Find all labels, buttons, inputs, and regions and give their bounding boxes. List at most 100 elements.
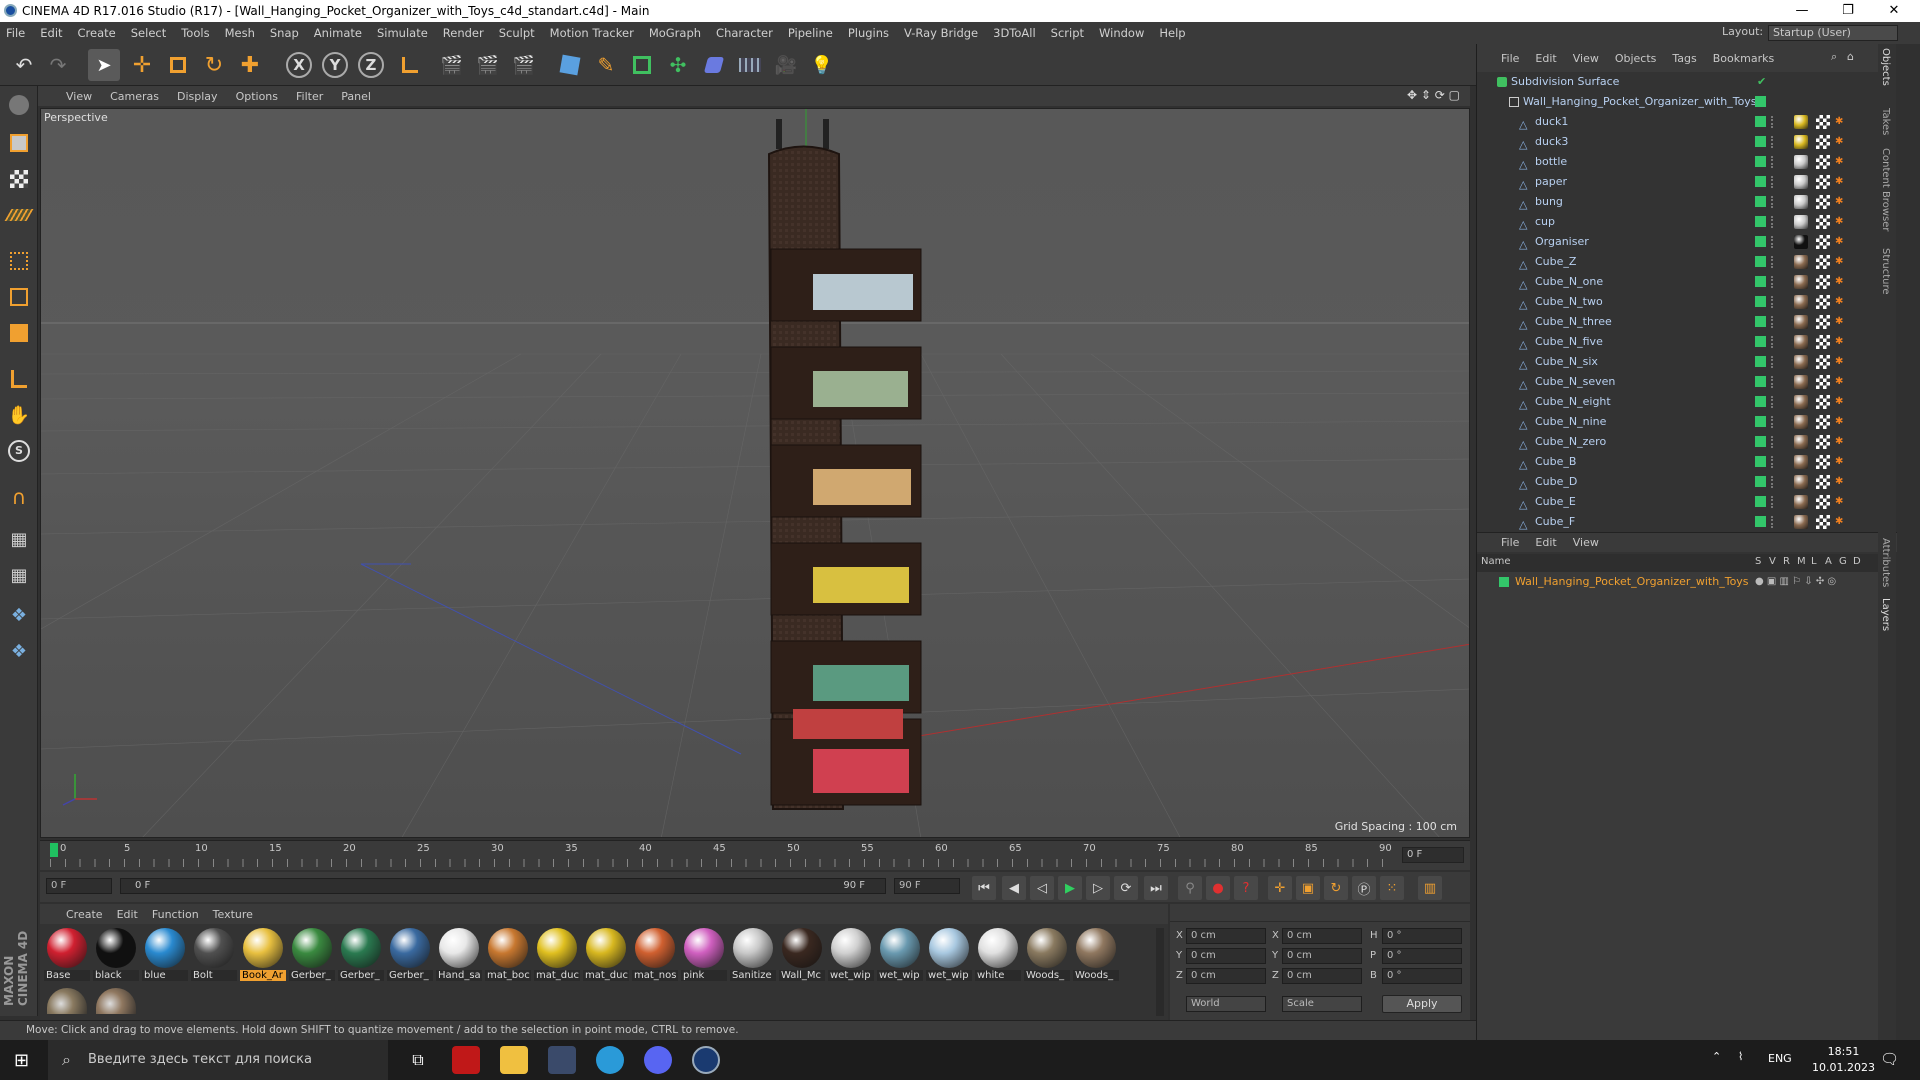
phong-tag-icon[interactable]: ✱ (1835, 296, 1847, 308)
texture-tag-icon[interactable] (1816, 375, 1830, 389)
visibility-dots-icon[interactable] (1771, 136, 1775, 148)
object-row[interactable]: △ bung ✱ (1477, 192, 1877, 212)
discord-icon[interactable] (644, 1046, 672, 1074)
end-frame-field[interactable]: 90 F (894, 878, 960, 894)
layout-select[interactable]: Startup (User) (1768, 25, 1898, 41)
edges-mode-button[interactable] (4, 282, 34, 312)
menu-file[interactable]: File (6, 26, 25, 40)
material-swatch[interactable]: Woods_ (1073, 928, 1119, 984)
rotate-tool-button[interactable]: ↻ (198, 49, 230, 81)
texture-tag-icon[interactable] (1816, 435, 1830, 449)
material-menu-function[interactable]: Function (152, 908, 199, 921)
texture-tag-icon[interactable] (1816, 335, 1830, 349)
live-select-button[interactable]: ✚ (234, 49, 266, 81)
phong-tag-icon[interactable]: ✱ (1835, 196, 1847, 208)
material-tag-icon[interactable] (1794, 475, 1808, 489)
object-search-icon[interactable]: ⌕ (1831, 50, 1837, 64)
material-menu-texture[interactable]: Texture (213, 908, 253, 921)
material-tag-icon[interactable] (1794, 395, 1808, 409)
material-tag-icon[interactable] (1794, 135, 1808, 149)
layer-color-tag[interactable] (1755, 216, 1766, 227)
object-row[interactable]: △ Cube_N_seven ✱ (1477, 372, 1877, 392)
material-swatch[interactable]: Bolt (191, 928, 237, 984)
key-position-button[interactable]: ✛ (1268, 876, 1292, 900)
object-row[interactable]: △ paper ✱ (1477, 172, 1877, 192)
side-tab-takes[interactable]: Takes (1880, 108, 1891, 135)
layer-color-tag[interactable] (1755, 496, 1766, 507)
material-swatch[interactable]: white (975, 928, 1021, 984)
material-tag-icon[interactable] (1794, 255, 1808, 269)
menu-help[interactable]: Help (1159, 26, 1185, 40)
material-menu-create[interactable]: Create (66, 908, 103, 921)
phong-tag-icon[interactable]: ✱ (1835, 496, 1847, 508)
key-param-button[interactable]: Ⓟ (1352, 876, 1376, 900)
task-view-icon[interactable]: ⧉ (404, 1046, 432, 1074)
autokey-button[interactable]: ? (1234, 876, 1258, 900)
object-row[interactable]: △ duck1 ✱ (1477, 112, 1877, 132)
file-explorer-icon[interactable] (500, 1046, 528, 1074)
timeline-playhead[interactable] (50, 843, 58, 857)
menu-simulate[interactable]: Simulate (377, 26, 428, 40)
object-row[interactable]: △ cup ✱ (1477, 212, 1877, 232)
material-tag-icon[interactable] (1794, 495, 1808, 509)
layer-color-tag[interactable] (1755, 456, 1766, 467)
object-row[interactable]: △ duck3 ✱ (1477, 132, 1877, 152)
make-editable-button[interactable] (4, 90, 34, 120)
visibility-dots-icon[interactable] (1771, 236, 1775, 248)
motion-record-button[interactable]: ⚲ (1178, 876, 1202, 900)
tray-chevron-icon[interactable]: ⌃ (1712, 1050, 1721, 1063)
visibility-dots-icon[interactable] (1771, 516, 1775, 528)
material-swatch[interactable]: mat_duc (534, 928, 580, 984)
visibility-dots-icon[interactable] (1771, 296, 1775, 308)
layer-color-tag[interactable] (1755, 376, 1766, 387)
object-row[interactable]: △ Cube_N_eight ✱ (1477, 392, 1877, 412)
phong-tag-icon[interactable]: ✱ (1835, 116, 1847, 128)
material-swatch[interactable]: Hand_sa (436, 928, 482, 984)
material-swatch[interactable]: Base (44, 928, 90, 984)
layer-color-tag[interactable] (1755, 116, 1766, 127)
viewport-menu-display[interactable]: Display (177, 90, 218, 103)
material-tag-icon[interactable] (1794, 355, 1808, 369)
texture-tag-icon[interactable] (1816, 395, 1830, 409)
add-cube-button[interactable] (554, 49, 586, 81)
undo-button[interactable]: ↶ (8, 49, 40, 81)
side-tab-content-browser[interactable]: Content Browser (1880, 148, 1891, 231)
visibility-dots-icon[interactable] (1771, 356, 1775, 368)
python-console-button[interactable]: ❖ (4, 636, 34, 666)
layer-toggles[interactable]: ● ▣ ▥ ⚐ ⇩ ✣ ◎ (1755, 572, 1836, 592)
texture-tag-icon[interactable] (1816, 515, 1830, 529)
side-tab-layers[interactable]: Layers (1880, 598, 1891, 631)
prev-frame-button[interactable]: ◁ (1030, 876, 1054, 900)
next-key-button[interactable]: ⟳ (1114, 876, 1138, 900)
visibility-dots-icon[interactable] (1771, 276, 1775, 288)
render-settings-button[interactable]: 🎬 (508, 49, 540, 81)
layer-menu-edit[interactable]: Edit (1535, 536, 1556, 549)
taskbar-clock[interactable]: 18:51 10.01.2023 (1812, 1044, 1875, 1076)
material-swatch[interactable]: wet_wip (828, 928, 874, 984)
windows-start-icon[interactable]: ⊞ (14, 1050, 29, 1071)
phong-tag-icon[interactable]: ✱ (1835, 416, 1847, 428)
menu-mograph[interactable]: MoGraph (649, 26, 701, 40)
material-swatch[interactable]: mat_boc (485, 928, 531, 984)
object-row[interactable]: △ Cube_N_five ✱ (1477, 332, 1877, 352)
add-light-button[interactable]: 💡 (806, 49, 838, 81)
phong-tag-icon[interactable]: ✱ (1835, 356, 1847, 368)
phong-tag-icon[interactable]: ✱ (1835, 436, 1847, 448)
layer-color-tag[interactable] (1755, 396, 1766, 407)
material-swatch[interactable]: mat_nos (632, 928, 678, 984)
size-mode-select[interactable]: Scale (1282, 996, 1362, 1012)
axis-x-toggle[interactable]: X (286, 52, 312, 78)
phong-tag-icon[interactable]: ✱ (1835, 276, 1847, 288)
menu-create[interactable]: Create (78, 26, 116, 40)
add-deformer-button[interactable] (698, 49, 730, 81)
phong-tag-icon[interactable]: ✱ (1835, 216, 1847, 228)
rot-p-field[interactable]: 0 ° (1382, 948, 1462, 964)
layer-color-tag[interactable] (1755, 316, 1766, 327)
texture-tag-icon[interactable] (1816, 355, 1830, 369)
material-swatch[interactable]: blue (142, 928, 188, 984)
menu-edit[interactable]: Edit (40, 26, 62, 40)
texture-tag-icon[interactable] (1816, 155, 1830, 169)
viewport-menu-options[interactable]: Options (236, 90, 278, 103)
go-to-start-button[interactable]: ⏮ (972, 876, 996, 900)
edit-check-icon[interactable]: ✔ (1757, 72, 1766, 92)
